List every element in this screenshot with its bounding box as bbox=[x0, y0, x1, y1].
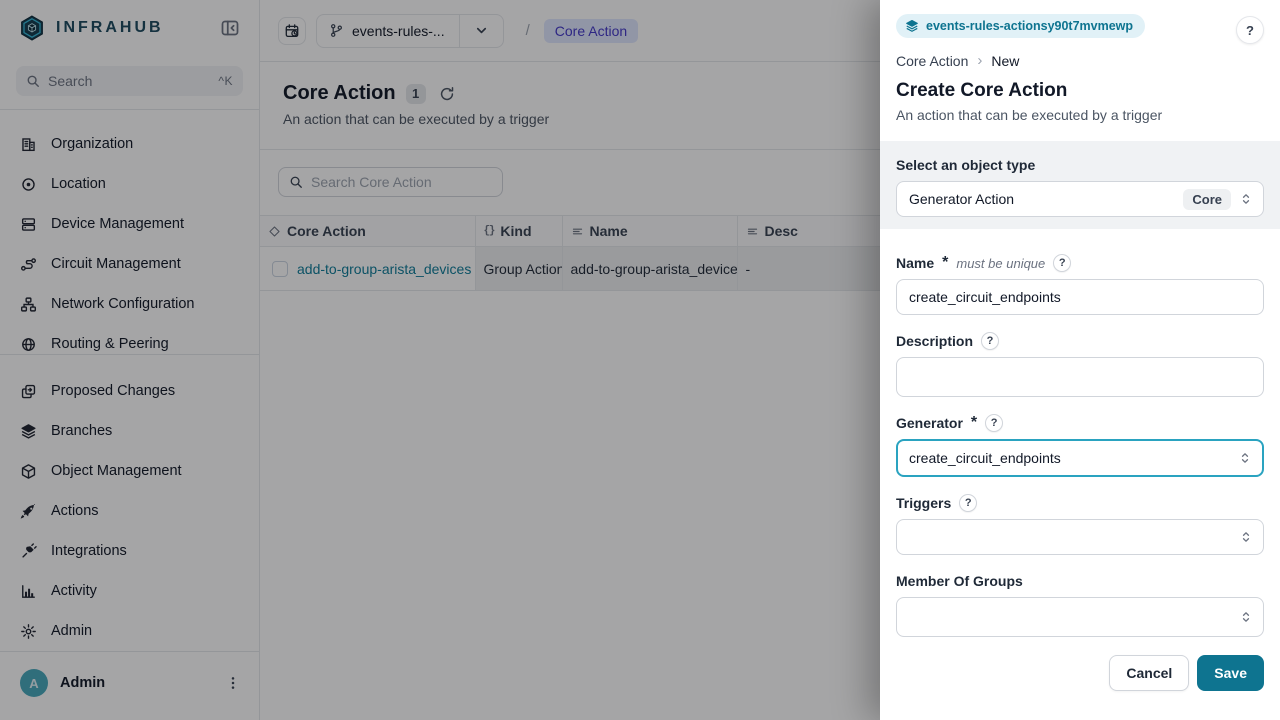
field-generator: Generator * ? create_circuit_endpoints bbox=[896, 413, 1264, 477]
object-type-select[interactable]: Generator Action Core bbox=[896, 181, 1264, 217]
layers-icon bbox=[905, 19, 919, 33]
field-description: Description ? bbox=[896, 331, 1264, 397]
field-help-button[interactable]: ? bbox=[985, 414, 1003, 432]
triggers-select[interactable] bbox=[896, 519, 1264, 555]
chevrons-up-down-icon bbox=[1238, 451, 1252, 465]
chevrons-up-down-icon bbox=[1239, 610, 1253, 624]
object-type-value: Generator Action bbox=[909, 191, 1175, 207]
breadcrumb-parent[interactable]: Core Action bbox=[896, 53, 968, 69]
member-of-groups-select[interactable] bbox=[896, 597, 1264, 637]
field-label: Member Of Groups bbox=[896, 573, 1023, 589]
field-name: Name * must be unique ? bbox=[896, 253, 1264, 315]
chevrons-up-down-icon bbox=[1239, 530, 1253, 544]
field-label: Name bbox=[896, 255, 934, 271]
save-button[interactable]: Save bbox=[1197, 655, 1264, 691]
field-hint: must be unique bbox=[956, 256, 1045, 271]
branch-badge-label: events-rules-actionsy90t7mvmewp bbox=[926, 19, 1133, 33]
help-button[interactable]: ? bbox=[1236, 16, 1264, 44]
drawer-form: Name * must be unique ? Description ? Ge… bbox=[880, 229, 1280, 720]
drawer-header: events-rules-actionsy90t7mvmewp ? Core A… bbox=[880, 0, 1280, 141]
field-member-of-groups: Member Of Groups bbox=[896, 571, 1264, 637]
field-help-button[interactable]: ? bbox=[1053, 254, 1071, 272]
chevrons-up-down-icon bbox=[1239, 192, 1253, 206]
object-type-section: Select an object type Generator Action C… bbox=[880, 141, 1280, 229]
breadcrumb-chevron: › bbox=[977, 52, 982, 69]
drawer-breadcrumb: Core Action › New bbox=[896, 52, 1264, 69]
drawer-actions: Cancel Save bbox=[896, 655, 1264, 691]
name-input[interactable] bbox=[896, 279, 1264, 315]
field-help-button[interactable]: ? bbox=[959, 494, 977, 512]
required-marker: * bbox=[971, 414, 977, 432]
branch-badge[interactable]: events-rules-actionsy90t7mvmewp bbox=[896, 14, 1145, 38]
field-help-button[interactable]: ? bbox=[981, 332, 999, 350]
field-label: Generator bbox=[896, 415, 963, 431]
create-drawer: events-rules-actionsy90t7mvmewp ? Core A… bbox=[880, 0, 1280, 720]
generator-value: create_circuit_endpoints bbox=[909, 450, 1230, 466]
field-label: Description bbox=[896, 333, 973, 349]
namespace-chip: Core bbox=[1183, 189, 1231, 210]
required-marker: * bbox=[942, 254, 948, 272]
cancel-button[interactable]: Cancel bbox=[1109, 655, 1189, 691]
drawer-subtitle: An action that can be executed by a trig… bbox=[896, 107, 1264, 123]
generator-select[interactable]: create_circuit_endpoints bbox=[896, 439, 1264, 477]
drawer-title: Create Core Action bbox=[896, 80, 1264, 102]
breadcrumb-current: New bbox=[991, 53, 1019, 69]
object-type-label: Select an object type bbox=[896, 157, 1264, 173]
description-input[interactable] bbox=[896, 357, 1264, 397]
field-label: Triggers bbox=[896, 495, 951, 511]
field-triggers: Triggers ? bbox=[896, 493, 1264, 555]
